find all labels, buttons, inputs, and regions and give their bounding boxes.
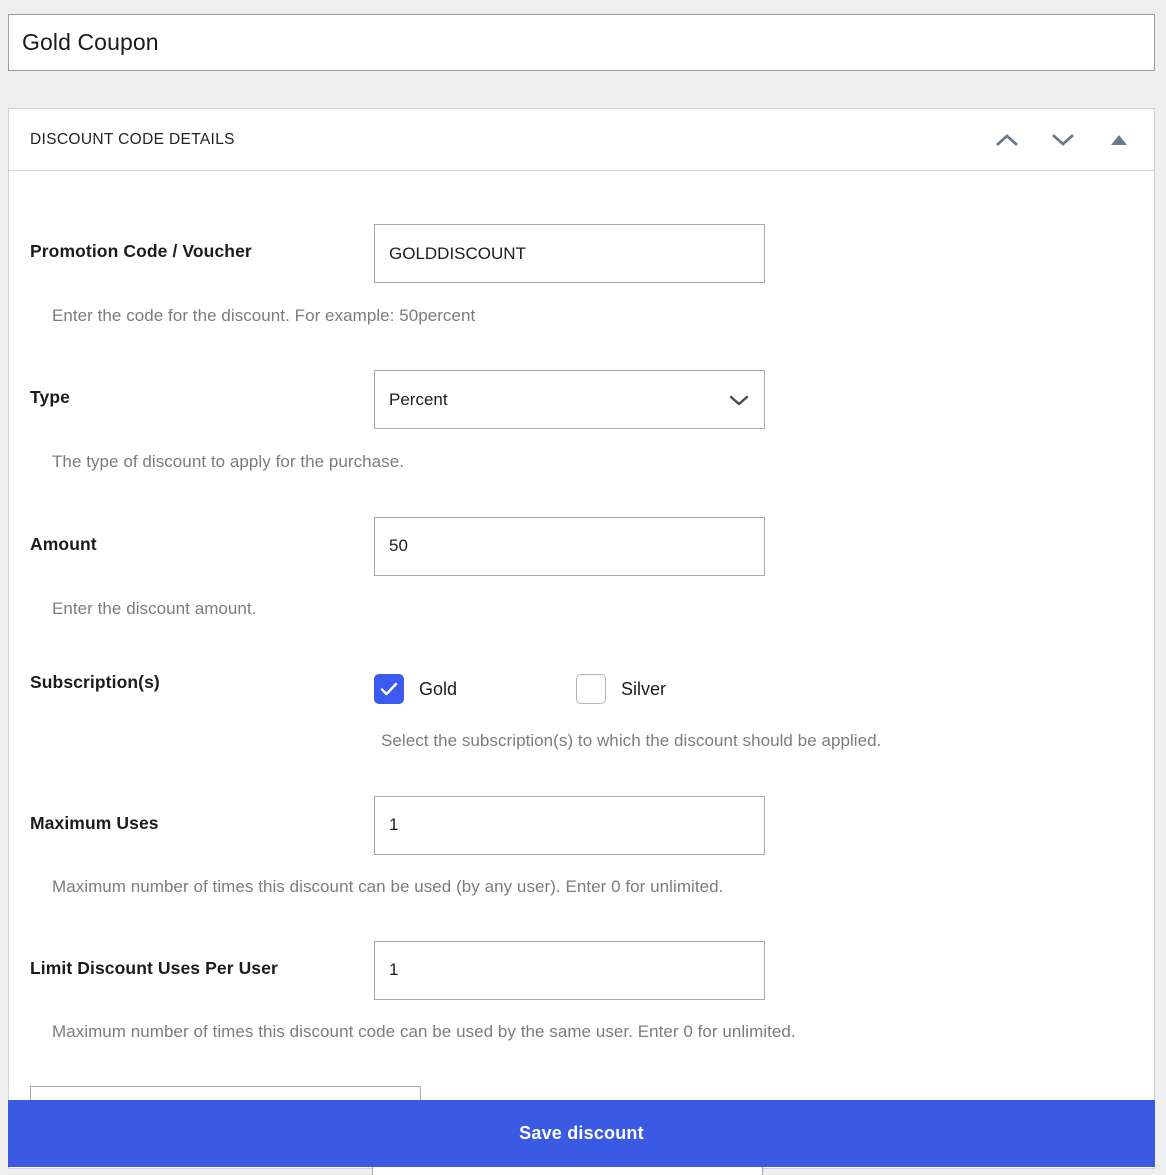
amount-help: Enter the discount amount. — [52, 598, 257, 618]
maximum-uses-input[interactable] — [374, 795, 765, 855]
panel-header: DISCOUNT CODE DETAILS — [9, 109, 1154, 171]
field-promotion-code: Promotion Code / Voucher — [30, 171, 1133, 283]
type-help: The type of discount to apply for the pu… — [52, 452, 405, 472]
coupon-title-value: Gold Coupon — [22, 29, 159, 55]
subscriptions-label: Subscription(s) — [30, 672, 160, 693]
field-maximum-uses: Maximum Uses — [30, 752, 1133, 855]
maximum-uses-label: Maximum Uses — [30, 812, 159, 833]
limit-per-user-label: Limit Discount Uses Per User — [30, 957, 278, 978]
field-subscriptions: Subscription(s) Gold Silver — [30, 619, 1133, 705]
field-limit-per-user: Limit Discount Uses Per User — [30, 897, 1133, 1000]
panel-header-actions — [992, 109, 1134, 171]
discount-form: Promotion Code / Voucher Enter the code … — [9, 171, 1154, 1146]
amount-input[interactable] — [374, 516, 765, 576]
field-amount: Amount — [30, 473, 1133, 576]
subscription-option-silver-label: Silver — [621, 678, 667, 699]
subscription-option-gold-label: Gold — [419, 678, 458, 699]
save-discount-button[interactable]: Save discount — [8, 1100, 1155, 1167]
discount-code-details-panel: DISCOUNT CODE DETAILS Promotion Code / V… — [8, 108, 1155, 1169]
type-select[interactable]: Percent — [374, 370, 765, 430]
subscription-option-gold[interactable]: Gold — [374, 674, 576, 705]
amount-label: Amount — [30, 533, 97, 554]
collapse-triangle-icon[interactable] — [1104, 125, 1134, 155]
limit-per-user-input[interactable] — [374, 940, 765, 1000]
save-discount-label: Save discount — [519, 1123, 644, 1143]
field-type: Type Percent — [30, 326, 1133, 430]
chevron-down-icon[interactable] — [1048, 125, 1078, 155]
promotion-code-label: Promotion Code / Voucher — [30, 241, 252, 261]
type-label: Type — [30, 387, 70, 408]
checkbox-checked-icon[interactable] — [374, 674, 404, 705]
checkbox-unchecked-icon[interactable] — [576, 674, 606, 705]
promotion-code-help: Enter the code for the discount. For exa… — [52, 306, 476, 325]
coupon-title-field[interactable]: Gold Coupon — [8, 14, 1155, 71]
panel-title: DISCOUNT CODE DETAILS — [30, 130, 235, 148]
subscriptions-checkbox-group: Gold Silver — [374, 664, 1133, 705]
subscriptions-help: Select the subscription(s) to which the … — [381, 731, 882, 751]
subscription-option-silver[interactable]: Silver — [576, 674, 667, 705]
maximum-uses-help: Maximum number of times this discount ca… — [52, 876, 724, 896]
promotion-code-input[interactable] — [374, 224, 765, 283]
limit-per-user-help: Maximum number of times this discount co… — [52, 1021, 796, 1041]
chevron-up-icon[interactable] — [992, 125, 1022, 155]
